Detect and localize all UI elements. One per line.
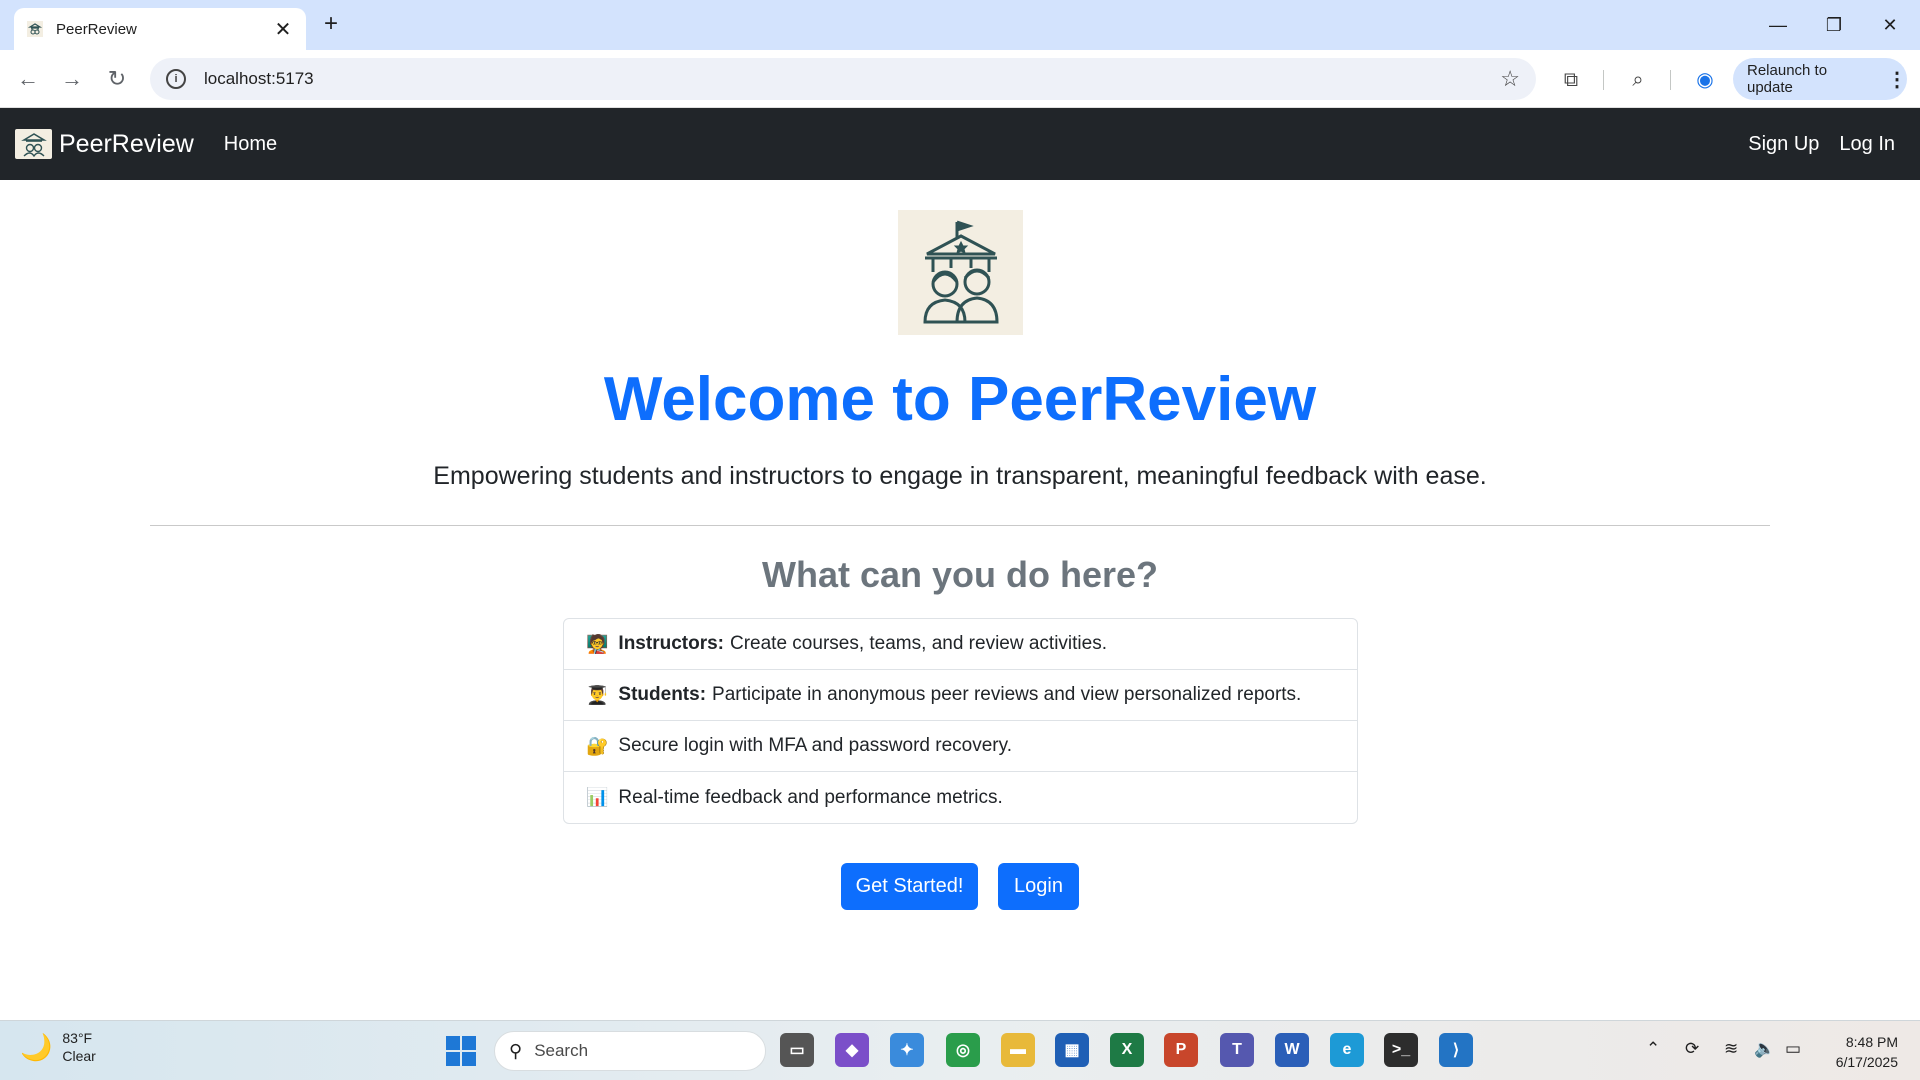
- brand-name: PeerReview: [59, 129, 194, 158]
- get-started-button[interactable]: Get Started!: [841, 863, 978, 910]
- tab-title: PeerReview: [56, 20, 137, 38]
- visual-studio-icon[interactable]: ◆: [835, 1033, 869, 1067]
- weather-temp: 83°F: [62, 1030, 93, 1046]
- vscode-icon[interactable]: ⟩: [1439, 1033, 1473, 1067]
- feature-label: Students:: [618, 684, 707, 705]
- moon-icon: 🌙: [20, 1031, 53, 1062]
- relaunch-label: Relaunch to update: [1747, 62, 1828, 96]
- list-item: 📊 Real-time feedback and performance met…: [564, 772, 1357, 823]
- teacher-icon: 🧑‍🏫: [586, 633, 609, 654]
- features-heading: What can you do here?: [761, 554, 1159, 595]
- browser-toolbar: ← → ↻ i localhost:5173 ☆ ⧉ ⌕ ◉ Relaunch …: [0, 50, 1920, 108]
- page-subtitle: Empowering students and instructors to e…: [433, 462, 1487, 490]
- terminal-icon[interactable]: >_: [1384, 1033, 1418, 1067]
- sync-icon[interactable]: ⟳: [1685, 1039, 1699, 1059]
- brand-link[interactable]: PeerReview: [15, 129, 194, 159]
- edge-icon[interactable]: e: [1330, 1033, 1364, 1067]
- weather-widget[interactable]: 🌙 83°F Clear: [20, 1029, 96, 1065]
- os-taskbar: 🌙 83°F Clear ⚲ Search ▭ ◆ ✦ ◎ ▬ ▦ X P T …: [0, 1020, 1920, 1080]
- start-icon[interactable]: [446, 1036, 476, 1066]
- lock-icon: 🔐: [586, 735, 609, 756]
- word-icon[interactable]: W: [1275, 1033, 1309, 1067]
- list-item: 👨‍🎓 Students: Participate in anonymous p…: [564, 670, 1357, 721]
- profile-icon[interactable]: ◉: [1691, 66, 1719, 94]
- powerpoint-icon[interactable]: P: [1164, 1033, 1198, 1067]
- back-icon[interactable]: ←: [13, 64, 43, 94]
- relaunch-button[interactable]: Relaunch to update ⋮: [1733, 58, 1907, 100]
- feature-list: 🧑‍🏫 Instructors: Create courses, teams, …: [563, 618, 1358, 824]
- tab-search-icon[interactable]: ⌕: [1624, 66, 1652, 94]
- chart-icon: 📊: [586, 787, 609, 807]
- feature-text: Real-time feedback and performance metri…: [618, 786, 1003, 808]
- store-icon[interactable]: ▦: [1055, 1033, 1089, 1067]
- menu-icon[interactable]: ⋮: [1887, 67, 1907, 92]
- browser-tab[interactable]: PeerReview ✕: [14, 8, 306, 50]
- feature-label: Instructors:: [618, 633, 724, 654]
- new-tab-button[interactable]: +: [318, 12, 344, 38]
- weather-desc: Clear: [62, 1048, 96, 1064]
- list-item: 🔐 Secure login with MFA and password rec…: [564, 721, 1357, 772]
- nav-home-link[interactable]: Home: [224, 133, 277, 156]
- reload-icon[interactable]: ↻: [102, 64, 132, 94]
- clock-date: 6/17/2025: [1835, 1054, 1898, 1070]
- chrome-icon[interactable]: ◎: [946, 1033, 980, 1067]
- battery-icon[interactable]: ▭: [1785, 1039, 1801, 1059]
- clock-time: 8:48 PM: [1845, 1034, 1898, 1050]
- feature-text: Secure login with MFA and password recov…: [618, 735, 1012, 756]
- teams-icon[interactable]: T: [1220, 1033, 1254, 1067]
- page-title: Welcome to PeerReview: [603, 365, 1317, 434]
- excel-icon[interactable]: X: [1110, 1033, 1144, 1067]
- window-close-icon[interactable]: ✕: [1870, 10, 1910, 40]
- tab-close-icon[interactable]: ✕: [272, 17, 294, 42]
- restore-icon[interactable]: ❐: [1814, 10, 1854, 40]
- wifi-icon[interactable]: ≋: [1724, 1039, 1738, 1059]
- toolbar-divider: [1603, 70, 1604, 90]
- taskbar-search[interactable]: ⚲ Search: [494, 1031, 766, 1071]
- hero-logo-icon: [898, 210, 1023, 335]
- nav-auth-links: Sign Up Log In: [1748, 133, 1895, 156]
- forward-icon[interactable]: →: [57, 64, 87, 94]
- brand-logo-icon: [15, 129, 52, 159]
- feature-text: Create courses, teams, and review activi…: [730, 633, 1107, 654]
- search-placeholder: Search: [534, 1041, 589, 1060]
- copilot-icon[interactable]: ✦: [890, 1033, 924, 1067]
- minimize-icon[interactable]: —: [1758, 10, 1798, 40]
- browser-tab-bar: PeerReview ✕ + — ❐ ✕: [0, 0, 1920, 50]
- student-icon: 👨‍🎓: [586, 684, 609, 705]
- nav-sign-up-link[interactable]: Sign Up: [1748, 133, 1819, 156]
- app-navbar: PeerReview Home Sign Up Log In: [0, 108, 1920, 180]
- bookmark-star-icon[interactable]: ☆: [1500, 66, 1520, 92]
- site-info-icon[interactable]: i: [166, 69, 186, 89]
- favicon-icon: [26, 20, 44, 38]
- section-divider: [150, 525, 1770, 526]
- task-view-icon[interactable]: ▭: [780, 1033, 814, 1067]
- url-text[interactable]: localhost:5173: [204, 69, 1500, 89]
- tray-chevron-icon[interactable]: ⌃: [1646, 1039, 1660, 1059]
- search-icon: ⚲: [509, 1040, 523, 1061]
- extensions-icon[interactable]: ⧉: [1557, 66, 1585, 94]
- toolbar-divider: [1670, 70, 1671, 90]
- feature-text: Participate in anonymous peer reviews an…: [712, 684, 1302, 705]
- nav-log-in-link[interactable]: Log In: [1839, 133, 1895, 156]
- list-item: 🧑‍🏫 Instructors: Create courses, teams, …: [564, 619, 1357, 670]
- address-bar[interactable]: i localhost:5173 ☆: [150, 58, 1536, 100]
- volume-icon[interactable]: 🔈: [1754, 1039, 1775, 1059]
- file-explorer-icon[interactable]: ▬: [1001, 1033, 1035, 1067]
- taskbar-clock[interactable]: 8:48 PM 6/17/2025: [1836, 1032, 1898, 1072]
- login-button[interactable]: Login: [998, 863, 1079, 910]
